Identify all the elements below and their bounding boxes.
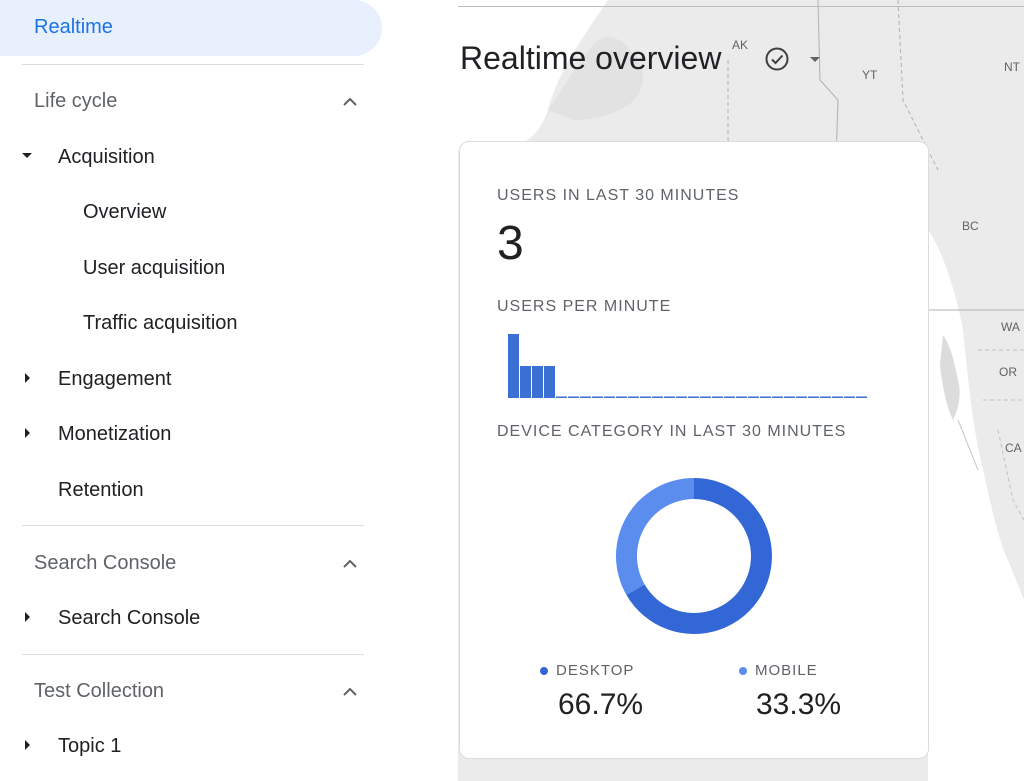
bar-minute-18[interactable] (712, 396, 723, 399)
check-circle-icon[interactable] (764, 46, 790, 72)
users-per-minute-label: USERS PER MINUTE (497, 298, 672, 315)
users-last-30-label: USERS IN LAST 30 MINUTES (497, 187, 740, 204)
bar-minute-24[interactable] (784, 396, 795, 399)
legend-label: MOBILE (755, 662, 818, 679)
caret-right-icon (25, 740, 30, 750)
page-title: Realtime overview (460, 40, 722, 76)
sidebar-subitem-overview[interactable]: Overview (0, 193, 398, 233)
sidebar-nav: Realtime Life cycle Acquisition Overview… (0, 0, 398, 781)
sidebar-subitem-traffic-acquisition[interactable]: Traffic acquisition (0, 304, 398, 344)
map-label: YT (862, 68, 878, 82)
bar-minute-30[interactable] (856, 396, 867, 399)
bar-minute-5[interactable] (556, 396, 567, 399)
bar-minute-19[interactable] (724, 396, 735, 399)
bar-minute-29[interactable] (844, 396, 855, 399)
caret-down-icon (22, 153, 32, 158)
sidebar-item-label: Topic 1 (58, 735, 122, 757)
chevron-up-icon (343, 97, 357, 106)
bar-minute-21[interactable] (748, 396, 759, 399)
map-label: WA (1001, 320, 1020, 334)
section-header-label: Search Console (34, 552, 177, 574)
map-label: BC (962, 219, 979, 233)
bar-minute-26[interactable] (808, 396, 819, 399)
bar-minute-9[interactable] (604, 396, 615, 399)
dropdown-arrow-icon[interactable] (808, 52, 822, 66)
chevron-up-icon (343, 687, 357, 696)
users-last-30-value: 3 (497, 217, 524, 270)
sidebar-item-label: Retention (58, 479, 144, 501)
bar-minute-3[interactable] (532, 366, 543, 398)
divider (22, 525, 364, 526)
section-header-life-cycle[interactable]: Life cycle (0, 82, 398, 122)
bar-minute-2[interactable] (520, 366, 531, 398)
sidebar-item-label: Overview (83, 201, 167, 223)
device-category-label: DEVICE CATEGORY IN LAST 30 MINUTES (497, 423, 847, 440)
divider (22, 654, 364, 655)
sidebar-item-engagement[interactable]: Engagement (0, 360, 398, 400)
sidebar-item-label: Monetization (58, 423, 172, 445)
caret-right-icon (25, 428, 30, 438)
sidebar-item-realtime[interactable]: Realtime (0, 0, 382, 56)
section-header-search-console[interactable]: Search Console (0, 544, 398, 584)
section-header-label: Life cycle (34, 90, 118, 112)
sidebar-item-label: Engagement (58, 368, 172, 390)
section-header-test-collection[interactable]: Test Collection (0, 672, 398, 712)
mobile-percentage: 33.3% (756, 688, 842, 721)
sidebar-item-monetization[interactable]: Monetization (0, 415, 398, 455)
bar-minute-4[interactable] (544, 366, 555, 398)
bar-minute-22[interactable] (760, 396, 771, 399)
donut-slice-mobile[interactable] (616, 478, 694, 595)
sidebar-item-label: Realtime (34, 16, 113, 38)
section-header-label: Test Collection (34, 680, 165, 702)
bar-minute-17[interactable] (700, 396, 711, 399)
bar-minute-20[interactable] (736, 396, 747, 399)
sidebar-item-acquisition[interactable]: Acquisition (0, 138, 398, 178)
caret-right-icon (25, 612, 30, 622)
caret-right-icon (25, 373, 30, 383)
bar-minute-1[interactable] (508, 334, 519, 398)
legend-dot-icon (739, 667, 747, 676)
bar-minute-28[interactable] (832, 396, 843, 399)
bar-minute-16[interactable] (688, 396, 699, 399)
bar-minute-13[interactable] (652, 396, 663, 399)
bar-minute-10[interactable] (616, 396, 627, 399)
legend-desktop: DESKTOP (540, 662, 634, 679)
chevron-up-icon (343, 559, 357, 568)
bar-minute-27[interactable] (820, 396, 831, 399)
map-label: CA (1005, 441, 1022, 455)
legend-dot-icon (540, 667, 548, 676)
map-label: AK (732, 38, 749, 52)
bar-minute-15[interactable] (676, 396, 687, 399)
bar-minute-7[interactable] (580, 396, 591, 399)
bar-minute-8[interactable] (592, 396, 603, 399)
bar-minute-12[interactable] (640, 396, 651, 399)
sidebar-item-label: Traffic acquisition (83, 312, 238, 334)
sidebar-item-topic-1[interactable]: Topic 1 (0, 727, 398, 767)
map-label: OR (999, 365, 1017, 379)
sidebar-item-search-console[interactable]: Search Console (0, 599, 398, 639)
sidebar-subitem-user-acquisition[interactable]: User acquisition (0, 249, 398, 289)
bar-minute-23[interactable] (772, 396, 783, 399)
realtime-summary-card: USERS IN LAST 30 MINUTES 3 USERS PER MIN… (459, 141, 929, 759)
bar-minute-11[interactable] (628, 396, 639, 399)
sidebar-item-label: User acquisition (83, 257, 226, 279)
divider (22, 64, 364, 65)
map-label: NT (1004, 60, 1020, 74)
legend-label: DESKTOP (556, 662, 635, 679)
bar-minute-25[interactable] (796, 396, 807, 399)
users-per-minute-chart[interactable] (508, 330, 882, 402)
sidebar-item-label: Acquisition (58, 146, 155, 168)
sidebar-item-retention[interactable]: Retention (0, 471, 398, 511)
sidebar-item-label: Search Console (58, 607, 201, 629)
bar-minute-6[interactable] (568, 396, 579, 399)
header-divider (458, 6, 1024, 7)
bar-minute-14[interactable] (664, 396, 675, 399)
device-category-donut[interactable] (615, 477, 773, 635)
legend-mobile: MOBILE (739, 662, 818, 679)
desktop-percentage: 66.7% (558, 688, 644, 721)
